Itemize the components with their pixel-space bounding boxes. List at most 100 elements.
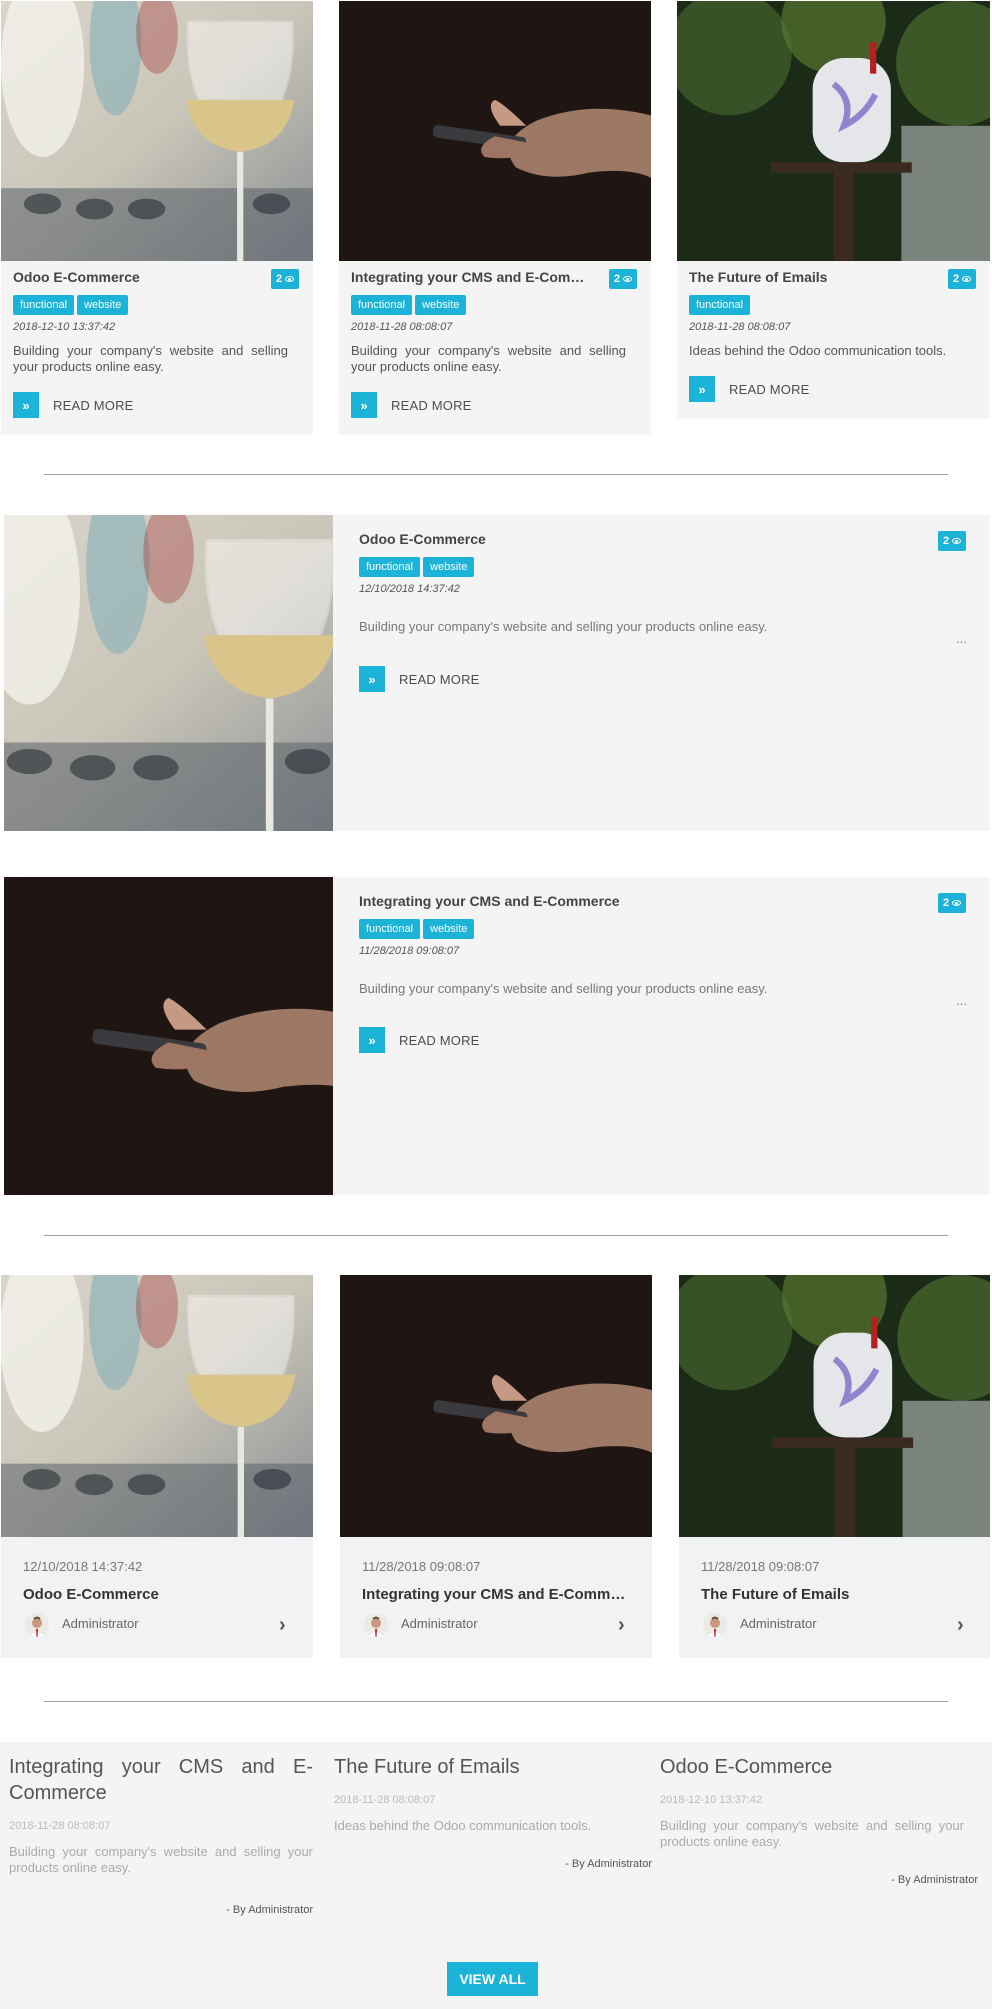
chevron-right-icon[interactable]: › [957, 1614, 964, 1637]
list-post-card[interactable]: Odoo E-Commerce 2 functional website 12/1… [4, 515, 990, 831]
tag-functional[interactable]: functional [13, 295, 75, 315]
tag-website[interactable]: website [423, 919, 475, 939]
text-post-card[interactable]: Integrating your CMS and E-Commerce 2018… [9, 1754, 313, 1916]
view-count-badge: 2 [938, 531, 967, 551]
author-name[interactable]: Administrator [62, 1616, 139, 1631]
read-more-label: READ MORE [399, 671, 480, 687]
post-title[interactable]: The Future of Emails [334, 1754, 652, 1780]
post-title[interactable]: Odoo E-Commerce [660, 1754, 978, 1780]
post-author: - By Administrator [891, 1874, 978, 1886]
tag-website[interactable]: website [423, 557, 475, 577]
more-ellipsis[interactable]: ... [956, 993, 967, 1008]
double-chevron-right-icon: » [359, 1027, 385, 1053]
read-more-label: READ MORE [391, 397, 472, 413]
view-count: 2 [953, 273, 960, 285]
view-count-badge: 2 [609, 269, 638, 289]
view-count: 2 [943, 535, 950, 547]
grid-post-card[interactable]: Odoo E-Commerce 2 functional website 2018… [1, 1, 313, 435]
tag-functional[interactable]: functional [359, 557, 421, 577]
post-date: 2018-11-28 08:08:07 [334, 1794, 436, 1806]
post-date: 2018-12-10 13:37:42 [660, 1794, 763, 1806]
tag-list: functional website [13, 295, 131, 315]
post-date: 11/28/2018 09:08:07 [362, 1559, 481, 1574]
post-description: Building your company's website and sell… [351, 343, 626, 374]
avatar [364, 1613, 388, 1637]
post-cover-image[interactable] [339, 1, 651, 261]
author-name[interactable]: Administrator [740, 1616, 817, 1631]
read-more-button[interactable]: » READ MORE [13, 392, 134, 418]
tag-list: functional [689, 295, 753, 315]
list-post-card[interactable]: Integrating your CMS and E-Commerce 2 fu… [4, 877, 990, 1195]
author-name[interactable]: Administrator [401, 1616, 478, 1631]
eye-icon [952, 538, 962, 544]
read-more-button[interactable]: » READ MORE [359, 666, 480, 692]
post-description: Building your company's website and sell… [660, 1818, 964, 1849]
author-post-card[interactable]: 11/28/2018 09:08:07 The Future of Emails… [679, 1275, 990, 1658]
post-cover-image[interactable] [4, 877, 333, 1195]
post-cover-image[interactable] [1, 1275, 313, 1537]
chevron-right-icon[interactable]: › [279, 1614, 286, 1637]
post-title[interactable]: Integrating your CMS and E-Commerce [362, 1586, 632, 1603]
text-post-card[interactable]: Odoo E-Commerce 2018-12-10 13:37:42 Buil… [660, 1754, 978, 1886]
double-chevron-right-icon: » [13, 392, 39, 418]
post-cover-image[interactable] [677, 1, 990, 261]
post-date: 2018-11-28 08:08:07 [9, 1820, 111, 1832]
post-title[interactable]: Integrating your CMS and E-Commerce [351, 269, 596, 285]
post-description: Building your company's website and sell… [9, 1844, 313, 1875]
section-divider [44, 1701, 948, 1702]
post-cover-image[interactable] [679, 1275, 990, 1537]
tag-website[interactable]: website [415, 295, 467, 315]
post-description: Building your company's website and sell… [13, 343, 288, 374]
post-title[interactable]: Integrating your CMS and E-Commerce [359, 893, 620, 909]
post-description: Building your company's website and sell… [359, 981, 768, 996]
post-date: 2018-12-10 13:37:42 [13, 321, 116, 333]
tag-functional[interactable]: functional [351, 295, 413, 315]
chevron-right-icon[interactable]: › [618, 1614, 625, 1637]
post-date: 11/28/2018 09:08:07 [701, 1559, 820, 1574]
tag-list: functional website [351, 295, 469, 315]
post-title[interactable]: Integrating your CMS and E-Commerce [9, 1754, 313, 1806]
tag-functional[interactable]: functional [359, 919, 421, 939]
grid-post-card[interactable]: Integrating your CMS and E-Commerce 2 fu… [339, 1, 651, 435]
tag-website[interactable]: website [77, 295, 129, 315]
author-post-card[interactable]: 11/28/2018 09:08:07 Integrating your CMS… [340, 1275, 652, 1658]
post-date: 2018-11-28 08:08:07 [351, 321, 453, 333]
post-title[interactable]: The Future of Emails [689, 269, 929, 285]
tag-functional[interactable]: functional [689, 295, 751, 315]
tag-list: functional website [359, 557, 477, 577]
read-more-label: READ MORE [53, 397, 134, 413]
eye-icon [623, 276, 633, 282]
read-more-button[interactable]: » READ MORE [359, 1027, 480, 1053]
eye-icon [285, 276, 295, 282]
view-count: 2 [276, 273, 283, 285]
author-post-card[interactable]: 12/10/2018 14:37:42 Odoo E-Commerce Admi… [1, 1275, 313, 1658]
post-title[interactable]: Odoo E-Commerce [13, 269, 253, 285]
read-more-label: READ MORE [729, 381, 810, 397]
double-chevron-right-icon: » [359, 666, 385, 692]
post-author: - By Administrator [565, 1858, 652, 1870]
post-cover-image[interactable] [4, 515, 333, 831]
post-cover-image[interactable] [340, 1275, 652, 1537]
post-title[interactable]: The Future of Emails [701, 1586, 971, 1603]
eye-icon [952, 900, 962, 906]
post-description: Building your company's website and sell… [359, 619, 768, 634]
view-count-badge: 2 [948, 269, 977, 289]
post-date: 12/10/2018 14:37:42 [23, 1559, 143, 1574]
post-title[interactable]: Odoo E-Commerce [359, 531, 486, 547]
grid-post-card[interactable]: The Future of Emails 2 functional 2018-1… [677, 1, 990, 419]
avatar [25, 1613, 49, 1637]
view-all-button[interactable]: VIEW ALL [447, 1962, 538, 1996]
view-count: 2 [943, 897, 950, 909]
post-cover-image[interactable] [1, 1, 313, 261]
tag-list: functional website [359, 919, 477, 939]
avatar [703, 1613, 727, 1637]
text-post-card[interactable]: The Future of Emails 2018-11-28 08:08:07… [334, 1754, 652, 1870]
double-chevron-right-icon: » [689, 376, 715, 402]
view-count-badge: 2 [271, 269, 300, 289]
read-more-button[interactable]: » READ MORE [689, 376, 810, 402]
double-chevron-right-icon: » [351, 392, 377, 418]
post-title[interactable]: Odoo E-Commerce [23, 1586, 293, 1603]
read-more-button[interactable]: » READ MORE [351, 392, 472, 418]
post-date: 12/10/2018 14:37:42 [359, 583, 460, 595]
more-ellipsis[interactable]: ... [956, 631, 967, 646]
